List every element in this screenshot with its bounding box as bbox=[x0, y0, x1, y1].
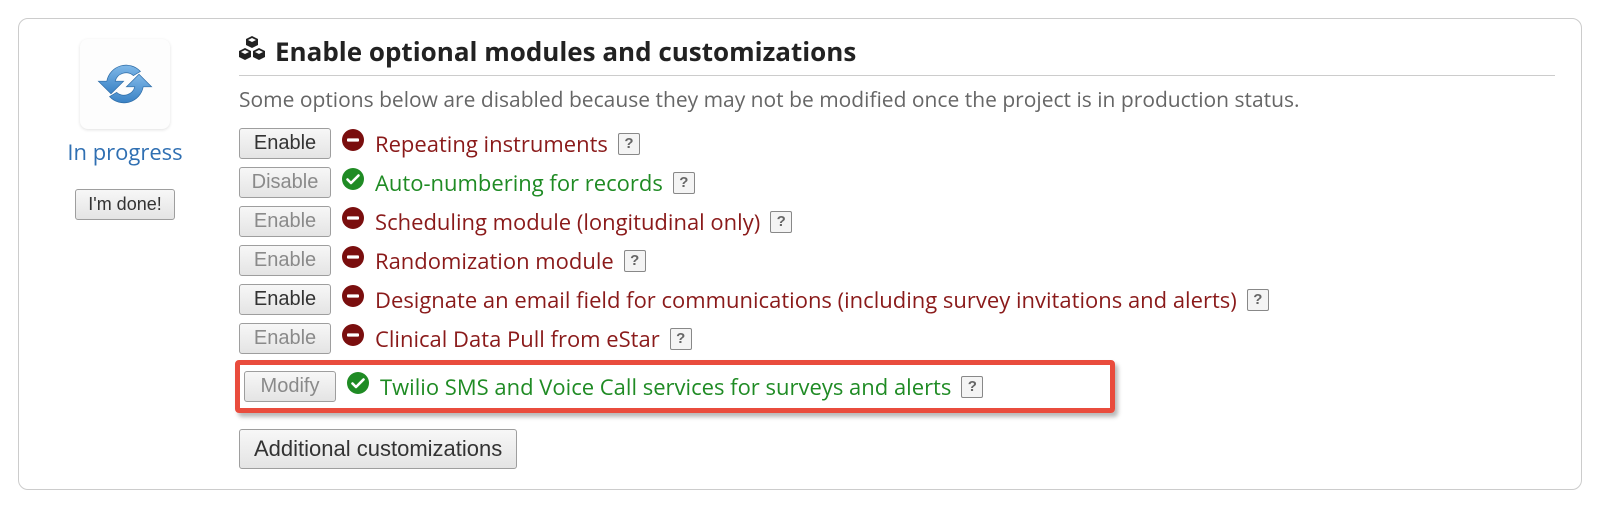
minus-circle-icon bbox=[341, 206, 365, 237]
module-list: Enable Repeating instruments? Disable Auto-… bbox=[239, 124, 1555, 413]
refresh-icon bbox=[80, 39, 170, 129]
highlighted-module: Modify Twilio SMS and Voice Call services… bbox=[235, 360, 1115, 413]
module-action-button: Enable bbox=[239, 245, 331, 276]
minus-circle-icon bbox=[341, 128, 365, 159]
module-row: Enable Clinical Data Pull from eStar? bbox=[239, 319, 1555, 358]
modules-panel: In progress I'm done! Enable optional mo… bbox=[18, 18, 1582, 490]
help-icon[interactable]: ? bbox=[673, 172, 695, 194]
module-action-button: Enable bbox=[239, 323, 331, 354]
module-label: Twilio SMS and Voice Call services for s… bbox=[380, 372, 951, 402]
module-label: Scheduling module (longitudinal only) bbox=[375, 207, 760, 237]
module-row: Enable Randomization module? bbox=[239, 241, 1555, 280]
minus-circle-icon bbox=[341, 284, 365, 315]
module-row: Disable Auto-numbering for records? bbox=[239, 163, 1555, 202]
cubes-icon bbox=[239, 36, 265, 67]
module-row: Modify Twilio SMS and Voice Call services… bbox=[240, 367, 1108, 406]
module-label: Clinical Data Pull from eStar bbox=[375, 324, 660, 354]
im-done-button[interactable]: I'm done! bbox=[75, 189, 174, 220]
section-subtext: Some options below are disabled because … bbox=[239, 86, 1555, 114]
module-action-button[interactable]: Enable bbox=[239, 284, 331, 315]
help-icon[interactable]: ? bbox=[624, 250, 646, 272]
help-icon[interactable]: ? bbox=[1247, 289, 1269, 311]
help-icon[interactable]: ? bbox=[961, 376, 983, 398]
status-label: In progress bbox=[67, 137, 182, 167]
additional-customizations-button[interactable]: Additional customizations bbox=[239, 429, 517, 469]
help-icon[interactable]: ? bbox=[670, 328, 692, 350]
divider bbox=[239, 75, 1555, 76]
check-circle-icon bbox=[341, 167, 365, 198]
minus-circle-icon bbox=[341, 323, 365, 354]
check-circle-icon bbox=[346, 371, 370, 402]
right-column: Enable optional modules and customizatio… bbox=[239, 33, 1555, 469]
module-action-button[interactable]: Enable bbox=[239, 128, 331, 159]
left-column: In progress I'm done! bbox=[45, 33, 205, 469]
module-action-button: Modify bbox=[244, 371, 336, 402]
module-label: Randomization module bbox=[375, 246, 614, 276]
module-action-button: Disable bbox=[239, 167, 331, 198]
module-row: Enable Scheduling module (longitudinal on… bbox=[239, 202, 1555, 241]
module-label: Auto-numbering for records bbox=[375, 168, 663, 198]
section-heading-text: Enable optional modules and customizatio… bbox=[275, 33, 856, 69]
module-row: Enable Repeating instruments? bbox=[239, 124, 1555, 163]
help-icon[interactable]: ? bbox=[618, 133, 640, 155]
section-heading: Enable optional modules and customizatio… bbox=[239, 33, 1555, 69]
module-label: Repeating instruments bbox=[375, 129, 608, 159]
module-row: Enable Designate an email field for commu… bbox=[239, 280, 1555, 319]
module-label: Designate an email field for communicati… bbox=[375, 285, 1237, 315]
help-icon[interactable]: ? bbox=[770, 211, 792, 233]
module-action-button: Enable bbox=[239, 206, 331, 237]
minus-circle-icon bbox=[341, 245, 365, 276]
